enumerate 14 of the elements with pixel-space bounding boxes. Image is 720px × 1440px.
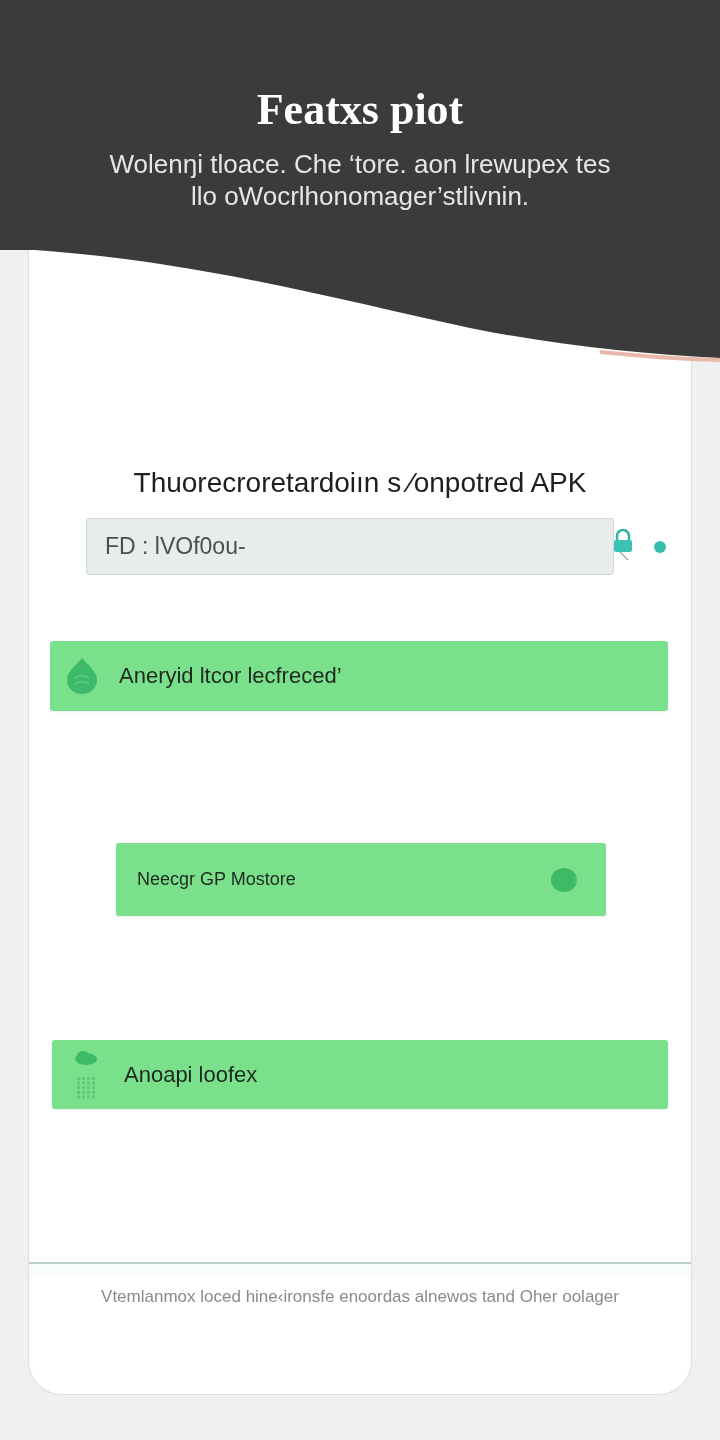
action-button[interactable]: Anoapi loofex [52,1040,668,1109]
footer-text: Vtemlanmox loced hine‹ironsfe enoordas alnewos tand Oher oolager [100,1286,620,1308]
action-button[interactable]: Neecgr GP Mostore [116,843,606,916]
header-title: Featxs piot [255,86,465,134]
cloud-icon [75,1050,97,1065]
drop-icon [67,658,97,694]
grid-icon [77,1076,95,1099]
blob-icon [550,865,580,894]
action-button[interactable]: Aneryid ltcor lecfreced’ [50,641,668,711]
header-subtitle: Wolenŋi tloace. Che ‘tore. aon lrewupex tes llo oWocrlhonomager’stlivnin. [108,148,612,212]
input-field[interactable]: FD : lVOf0ou- [86,518,614,575]
dot-icon [654,540,666,553]
card-heading: Thuorecroretardoiın s ⁄onpotred APK [132,467,588,499]
lock-icon[interactable] [612,527,634,560]
